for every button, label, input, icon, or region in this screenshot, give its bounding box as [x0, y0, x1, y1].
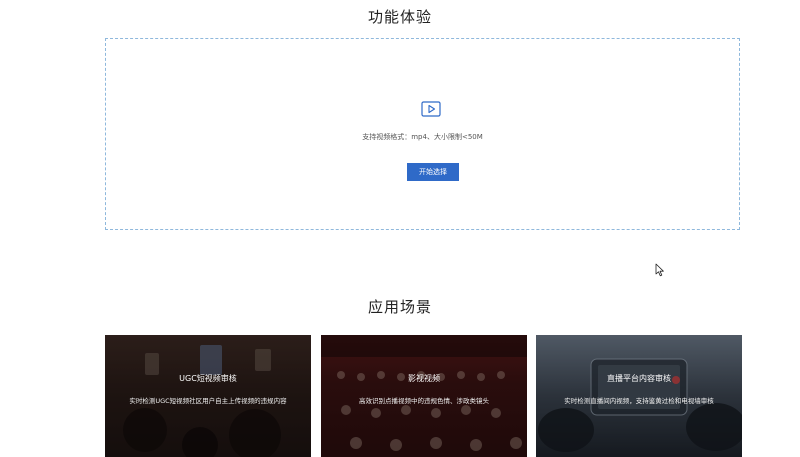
- scenario-card-desc: 实时检测UGC短视频社区用户自主上传视频的违规内容: [129, 397, 287, 405]
- scenario-card-live[interactable]: 直播平台内容审核 实时检测直播间内视频，支持鉴黄过检和电视墙审核: [536, 335, 742, 457]
- scenarios-section-title: 应用场景: [367, 298, 432, 316]
- upload-area[interactable]: 支持视频格式：mp4、大小限制<50M 开始选择: [114, 47, 731, 221]
- video-play-icon: [421, 101, 441, 117]
- scenario-card-desc: 实时检测直播间内视频，支持鉴黄过检和电视墙审核: [564, 397, 714, 405]
- scenario-card-title: UGC短视频审核: [179, 374, 237, 383]
- upload-format-hint: 支持视频格式：mp4、大小限制<50M: [362, 133, 483, 141]
- start-select-button[interactable]: 开始选择: [407, 163, 459, 181]
- scenario-card-title: 直播平台内容审核: [607, 374, 671, 383]
- scenario-card-title: 影视视频: [408, 374, 440, 383]
- scenario-card-ugc[interactable]: UGC短视频审核 实时检测UGC短视频社区用户自主上传视频的违规内容: [105, 335, 311, 457]
- experience-section-title: 功能体验: [367, 8, 432, 26]
- video-upload-dropzone[interactable]: 支持视频格式：mp4、大小限制<50M 开始选择: [105, 38, 740, 230]
- mouse-cursor-icon: [655, 262, 665, 277]
- scenario-card-film[interactable]: 影视视频 高效识别点播视频中的违规色情、涉政类镜头: [321, 335, 527, 457]
- scenario-card-desc: 高效识别点播视频中的违规色情、涉政类镜头: [359, 397, 489, 405]
